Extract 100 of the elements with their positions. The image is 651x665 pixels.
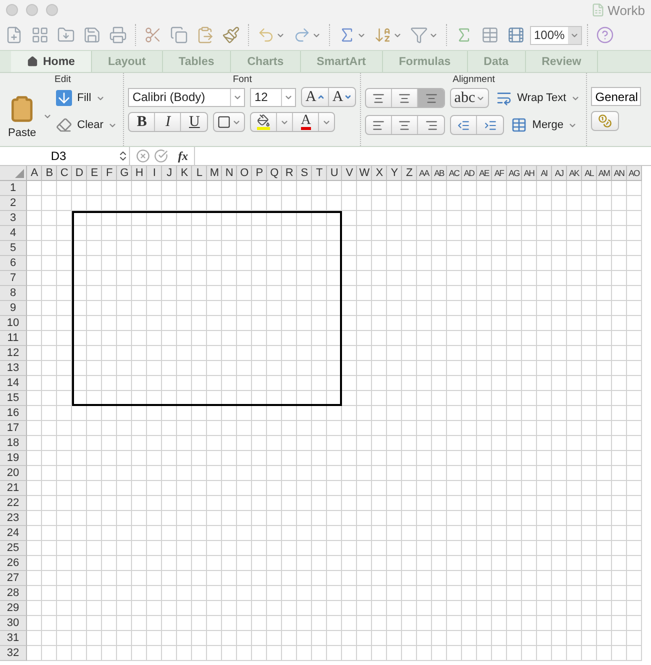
zoom-field[interactable]: 100% [530, 26, 582, 44]
column-header[interactable]: G [117, 166, 132, 181]
column-header[interactable]: H [132, 166, 147, 181]
column-header[interactable]: I [147, 166, 162, 181]
column-header[interactable]: AG [507, 166, 522, 181]
row-header[interactable]: 16 [0, 406, 27, 421]
minimize-button[interactable] [26, 4, 38, 16]
shrink-font-button[interactable]: A [329, 88, 356, 106]
column-header[interactable]: V [342, 166, 357, 181]
column-header[interactable]: AL [582, 166, 597, 181]
column-header[interactable]: P [252, 166, 267, 181]
sort-icon[interactable] [374, 26, 392, 44]
column-header[interactable]: K [177, 166, 192, 181]
column-header[interactable]: A [27, 166, 42, 181]
filter-icon[interactable] [410, 26, 428, 44]
column-header[interactable]: W [357, 166, 372, 181]
column-header[interactable]: X [372, 166, 387, 181]
bold-button[interactable]: B [129, 113, 156, 131]
column-header[interactable]: Q [267, 166, 282, 181]
underline-button[interactable]: U [181, 113, 208, 131]
cancel-icon[interactable] [136, 149, 150, 163]
row-header[interactable]: 12 [0, 346, 27, 361]
row-header[interactable]: 30 [0, 616, 27, 631]
select-all-icon[interactable] [15, 169, 24, 178]
row-header[interactable]: 31 [0, 631, 27, 646]
font-name-field[interactable]: Calibri (Body) [128, 88, 246, 106]
redo-icon[interactable] [293, 26, 311, 44]
row-header[interactable]: 2 [0, 196, 27, 211]
column-header[interactable]: AC [447, 166, 462, 181]
column-header[interactable]: AH [522, 166, 537, 181]
row-header[interactable]: 17 [0, 421, 27, 436]
fill-button[interactable]: Fill [54, 87, 120, 109]
column-header[interactable]: O [237, 166, 252, 181]
row-header[interactable]: 14 [0, 376, 27, 391]
column-header[interactable]: N [222, 166, 237, 181]
row-header[interactable]: 1 [0, 181, 27, 196]
column-header[interactable]: AB [432, 166, 447, 181]
brush-icon[interactable] [222, 26, 240, 44]
open-folder-icon[interactable] [57, 26, 75, 44]
row-header[interactable]: 19 [0, 451, 27, 466]
row-header[interactable]: 13 [0, 361, 27, 376]
stepper-icon[interactable] [117, 150, 129, 162]
column-header[interactable]: AE [477, 166, 492, 181]
column-header[interactable]: AI [537, 166, 552, 181]
row-header[interactable]: 28 [0, 586, 27, 601]
copy-icon[interactable] [170, 26, 188, 44]
row-header[interactable]: 3 [0, 211, 27, 226]
row-header[interactable]: 22 [0, 496, 27, 511]
column-header[interactable]: L [192, 166, 207, 181]
row-header[interactable]: 29 [0, 601, 27, 616]
row-header[interactable]: 20 [0, 466, 27, 481]
row-header[interactable]: 15 [0, 391, 27, 406]
number-format-field[interactable]: General [591, 87, 642, 106]
column-header[interactable]: T [312, 166, 327, 181]
media-icon[interactable] [507, 26, 525, 44]
ribbon-tab[interactable]: Home [11, 51, 92, 72]
grid-icon[interactable] [31, 26, 49, 44]
row-header[interactable]: 21 [0, 481, 27, 496]
new-document-icon[interactable] [5, 26, 23, 44]
row-header[interactable]: 8 [0, 286, 27, 301]
column-header[interactable]: AJ [552, 166, 567, 181]
font-color-button[interactable]: A [293, 113, 320, 131]
column-header[interactable]: B [42, 166, 57, 181]
row-header[interactable]: 23 [0, 511, 27, 526]
column-header[interactable]: J [162, 166, 177, 181]
column-header[interactable]: AD [462, 166, 477, 181]
column-header[interactable]: R [282, 166, 297, 181]
column-header[interactable]: AA [417, 166, 432, 181]
column-header[interactable]: E [87, 166, 102, 181]
row-header[interactable]: 32 [0, 646, 27, 661]
font-size-field[interactable]: 12 [250, 88, 296, 106]
row-header[interactable]: 6 [0, 256, 27, 271]
row-header[interactable]: 10 [0, 316, 27, 331]
row-header[interactable]: 4 [0, 226, 27, 241]
paste-icon[interactable] [196, 26, 214, 44]
column-header[interactable]: C [57, 166, 72, 181]
wrap-text-button[interactable]: Wrap Text [494, 87, 582, 109]
zoom-button[interactable] [46, 4, 58, 16]
print-icon[interactable] [109, 26, 127, 44]
insert-function-button[interactable]: fx [178, 148, 188, 164]
clear-button[interactable]: Clear [54, 114, 120, 136]
column-header[interactable]: Y [387, 166, 402, 181]
column-header[interactable]: AK [567, 166, 582, 181]
row-header[interactable]: 7 [0, 271, 27, 286]
row-header[interactable]: 18 [0, 436, 27, 451]
paste-button[interactable]: Paste [6, 90, 38, 142]
row-header[interactable]: 9 [0, 301, 27, 316]
column-header[interactable]: D [72, 166, 87, 181]
help-icon[interactable] [596, 26, 614, 44]
row-header[interactable]: 11 [0, 331, 27, 346]
undo-icon[interactable] [257, 26, 275, 44]
row-header[interactable]: 26 [0, 556, 27, 571]
row-header[interactable]: 5 [0, 241, 27, 256]
column-header[interactable]: AF [492, 166, 507, 181]
table-icon[interactable] [481, 26, 499, 44]
merge-button[interactable]: Merge [509, 114, 580, 136]
column-header[interactable]: AO [627, 166, 642, 181]
column-header[interactable]: Z [402, 166, 417, 181]
cut-icon[interactable] [144, 26, 162, 44]
vertical-align-button[interactable] [418, 89, 444, 107]
